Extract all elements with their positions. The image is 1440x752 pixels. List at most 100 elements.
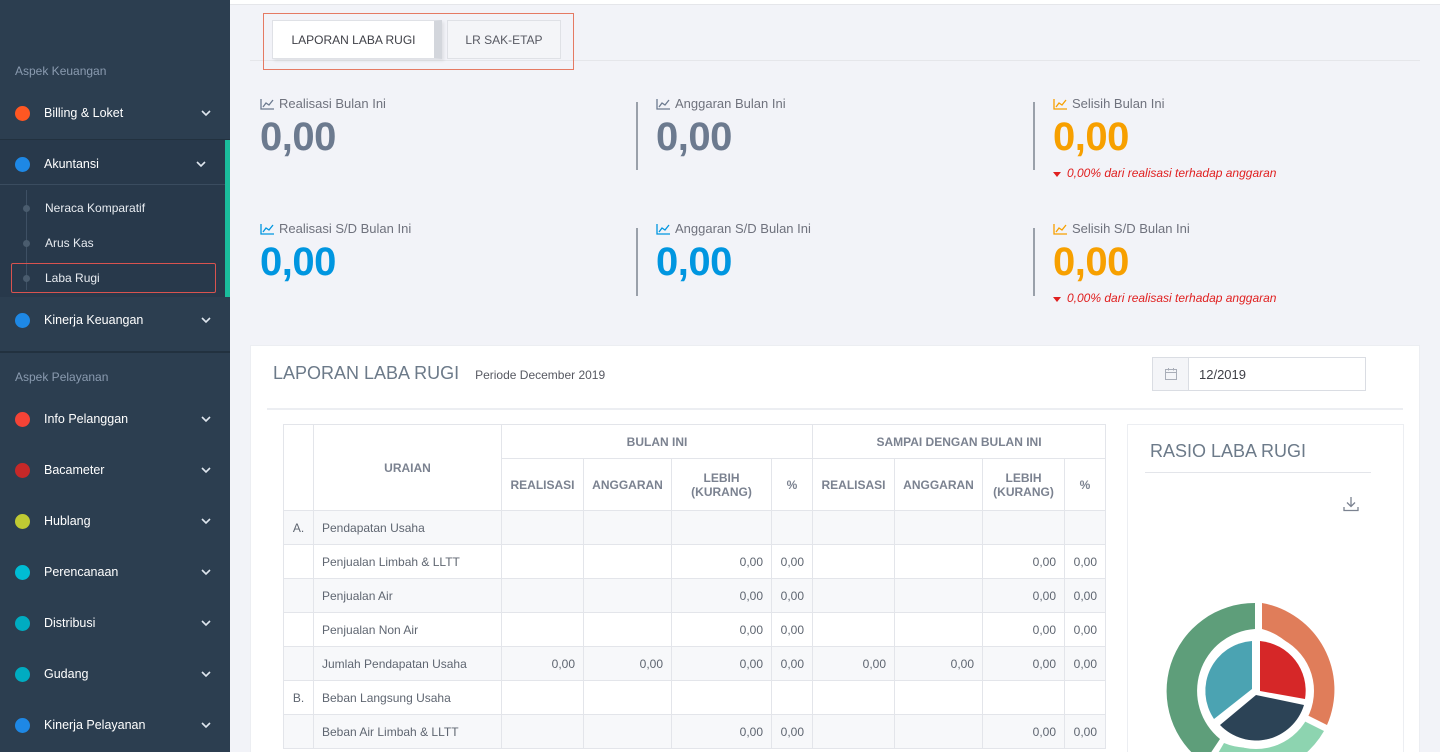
table-cell bbox=[894, 544, 983, 579]
stat-label: Realisasi Bulan Ini bbox=[279, 96, 386, 111]
table-cell: 0,00 bbox=[1064, 612, 1106, 647]
table-cell bbox=[583, 544, 672, 579]
row-index bbox=[283, 612, 314, 647]
table-cell bbox=[894, 612, 983, 647]
sidebar-item-info-pelanggan[interactable]: Info Pelanggan bbox=[0, 404, 230, 434]
table-cell bbox=[812, 510, 895, 545]
stat-label: Realisasi S/D Bulan Ini bbox=[279, 221, 412, 236]
table-cell: 0,00 bbox=[982, 646, 1065, 681]
sidebar-item-kinerja-pelayanan[interactable]: Kinerja Pelayanan bbox=[0, 710, 230, 740]
stat-label: Anggaran Bulan Ini bbox=[675, 96, 786, 111]
stat-value: 0,00 bbox=[656, 115, 732, 159]
sidebar-item-gudang[interactable]: Gudang bbox=[0, 659, 230, 689]
row-label: Penjualan Non Air bbox=[313, 612, 502, 647]
stat-selisih-bulan: Selisih Bulan Ini 0,00 0,00% dari realis… bbox=[1053, 96, 1276, 180]
table-cell: 0,00 bbox=[501, 646, 584, 681]
section-title-pelayanan: Aspek Pelayanan bbox=[15, 370, 109, 384]
table-cell: 0,00 bbox=[1064, 544, 1106, 579]
table-row: Penjualan Air 0,00 0,00 0,00 0,00 bbox=[283, 578, 1106, 613]
stat-label: Selisih Bulan Ini bbox=[1072, 96, 1165, 111]
bullet-icon bbox=[23, 240, 30, 247]
sidebar-item-billing[interactable]: Billing & Loket bbox=[0, 98, 230, 128]
stat-label-row: Realisasi S/D Bulan Ini bbox=[260, 221, 411, 236]
sidebar-item-label: Kinerja Pelayanan bbox=[44, 718, 146, 732]
report-table: URAIAN BULAN INI SAMPAI DENGAN BULAN INI… bbox=[283, 424, 1106, 749]
sidebar-item-label: Gudang bbox=[44, 667, 89, 681]
table-cell: 0,00 bbox=[1064, 578, 1106, 613]
table-cell bbox=[583, 510, 672, 545]
ratio-donut-chart bbox=[1166, 602, 1335, 752]
row-index bbox=[283, 578, 314, 613]
sidebar-item-label: Perencanaan bbox=[44, 565, 119, 579]
sidebar-item-label: Akuntansi bbox=[44, 157, 99, 171]
table-cell bbox=[812, 680, 895, 715]
table-cell: 0,00 bbox=[771, 578, 813, 613]
period-date-input[interactable]: 12/2019 bbox=[1152, 357, 1366, 391]
sidebar-item-hublang[interactable]: Hublang bbox=[0, 506, 230, 536]
chevron-down-icon bbox=[201, 518, 211, 525]
sidebar-item-perencanaan[interactable]: Perencanaan bbox=[0, 557, 230, 587]
stat-value: 0,00 bbox=[260, 240, 336, 284]
table-cell bbox=[501, 544, 584, 579]
stat-realisasi-sd: Realisasi S/D Bulan Ini 0,00 bbox=[260, 221, 411, 285]
sidebar-item-label: Billing & Loket bbox=[44, 106, 124, 120]
sidebar-subitem-aruskas[interactable]: Arus Kas bbox=[0, 228, 230, 258]
table-cell: 0,00 bbox=[671, 714, 772, 749]
table-cell bbox=[501, 612, 584, 647]
stat-value: 0,00 bbox=[1053, 240, 1129, 284]
table-cell: 0,00 bbox=[671, 578, 772, 613]
stat-separator bbox=[1033, 102, 1035, 170]
distribusi-dot-icon bbox=[15, 615, 30, 631]
report-periode: Periode December 2019 bbox=[475, 368, 606, 382]
table-row: Jumlah Pendapatan Usaha 0,00 0,00 0,00 0,00 0… bbox=[283, 646, 1106, 681]
main-content: LAPORAN LABA RUGI LR SAK-ETAP Realisasi … bbox=[230, 0, 1440, 752]
table-cell bbox=[671, 680, 772, 715]
table-row: Penjualan Non Air 0,00 0,00 0,00 0,00 bbox=[283, 612, 1106, 647]
billing-dot-icon bbox=[15, 105, 30, 121]
stat-anggaran-bulan: Anggaran Bulan Ini 0,00 bbox=[656, 96, 786, 160]
sidebar-item-label: Hublang bbox=[44, 514, 91, 528]
table-cell: 0,00 bbox=[812, 646, 895, 681]
info-dot-icon bbox=[15, 411, 30, 427]
calendar-icon-box[interactable] bbox=[1153, 358, 1189, 390]
chevron-down-icon bbox=[201, 467, 211, 474]
row-label: Beban Langsung Usaha bbox=[313, 680, 502, 715]
subitem-label: Arus Kas bbox=[45, 236, 94, 250]
stat-note-text: 0,00% dari realisasi terhadap anggaran bbox=[1067, 291, 1277, 305]
line-chart-icon bbox=[656, 223, 670, 235]
stat-label: Anggaran S/D Bulan Ini bbox=[675, 221, 811, 236]
th-lebih: LEBIH (KURANG) bbox=[671, 458, 772, 511]
card-divider bbox=[267, 408, 1403, 410]
th-anggaran: ANGGARAN bbox=[583, 458, 672, 511]
table-cell bbox=[501, 510, 584, 545]
chevron-down-icon bbox=[196, 161, 206, 168]
row-label: Beban Air Limbah & LLTT bbox=[313, 714, 502, 749]
stat-anggaran-sd: Anggaran S/D Bulan Ini 0,00 bbox=[656, 221, 811, 285]
table-cell bbox=[1064, 510, 1106, 545]
stat-realisasi-bulan: Realisasi Bulan Ini 0,00 bbox=[260, 96, 386, 160]
akuntansi-dot-icon bbox=[15, 156, 30, 172]
stat-value: 0,00 bbox=[260, 115, 336, 159]
hublang-dot-icon bbox=[15, 513, 30, 529]
line-chart-icon bbox=[260, 223, 274, 235]
table-cell: 0,00 bbox=[1064, 714, 1106, 749]
download-icon[interactable] bbox=[1342, 495, 1360, 513]
sidebar-item-distribusi[interactable]: Distribusi bbox=[0, 608, 230, 638]
sidebar-item-akuntansi[interactable]: Akuntansi bbox=[0, 149, 230, 179]
sidebar-item-kinerja-keuangan[interactable]: Kinerja Keuangan bbox=[0, 305, 230, 335]
sidebar-item-bacameter[interactable]: Bacameter bbox=[0, 455, 230, 485]
kinerja-pelayanan-dot-icon bbox=[15, 717, 30, 733]
table-row: Penjualan Limbah & LLTT 0,00 0,00 0,00 0,00 bbox=[283, 544, 1106, 579]
sidebar-divider bbox=[0, 351, 230, 353]
chevron-down-icon bbox=[201, 620, 211, 627]
table-cell: 0,00 bbox=[982, 714, 1065, 749]
date-value: 12/2019 bbox=[1199, 366, 1246, 382]
table-cell: 0,00 bbox=[982, 544, 1065, 579]
th-sampai: SAMPAI DENGAN BULAN INI bbox=[812, 424, 1106, 459]
table-row: Beban Air Limbah & LLTT 0,00 0,00 0,00 0,00 bbox=[283, 714, 1106, 749]
sidebar-subitem-neraca[interactable]: Neraca Komparatif bbox=[0, 193, 230, 223]
row-label: Pendapatan Usaha bbox=[313, 510, 502, 545]
row-label: Penjualan Limbah & LLTT bbox=[313, 544, 502, 579]
table-cell bbox=[1064, 680, 1106, 715]
table-row: A. Pendapatan Usaha bbox=[283, 510, 1106, 545]
